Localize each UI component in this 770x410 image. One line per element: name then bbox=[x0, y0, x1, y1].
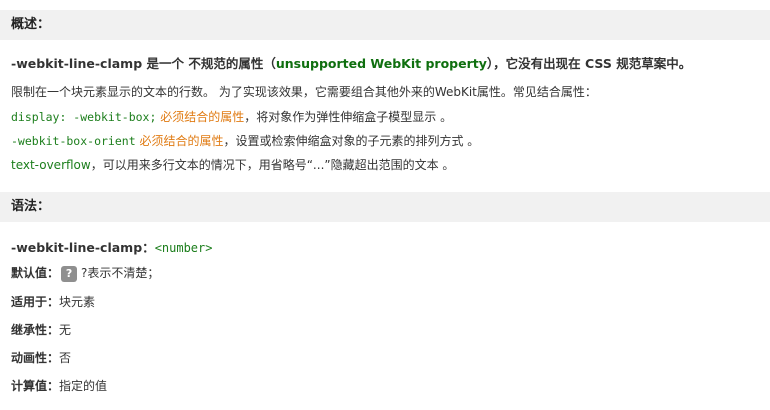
syntax-definition: -webkit-line-clamp：<number> bbox=[11, 237, 212, 256]
title-unsupported: unsupported WebKit property bbox=[275, 56, 487, 71]
title-prefix: -webkit-line-clamp 是一个 不规范的属性（ bbox=[11, 56, 276, 71]
property-description: ，可以用来多行文本的情况下，用省略号“...”隐藏超出范围的文本 。 bbox=[90, 158, 455, 172]
combined-property-text-overflow: text-overflow，可以用来多行文本的情况下，用省略号“...”隐藏超出… bbox=[11, 156, 454, 173]
property-code: text-overflow bbox=[11, 158, 91, 172]
row-default-value: 默认值：? ?表示不清楚； bbox=[11, 264, 159, 282]
row-inherited: 继承性：无 bbox=[11, 321, 71, 338]
row-applies-to: 适用于：块元素 bbox=[11, 293, 95, 310]
computed-label: 计算值： bbox=[11, 379, 60, 393]
overview-description: 限制在一个块元素显示的文本的行数。 为了实现该效果，它需要组合其他外来的WebK… bbox=[11, 85, 597, 99]
default-label: 默认值： bbox=[11, 266, 60, 280]
computed-value: 指定的值 bbox=[59, 379, 108, 393]
property-required-note: 必须结合的属性 bbox=[139, 134, 224, 148]
syntax-separator: ： bbox=[142, 240, 155, 255]
combined-property-box-orient: -webkit-box-orient 必须结合的属性，设置或检索伸缩盒对象的子元… bbox=[11, 132, 479, 149]
syntax-property: -webkit-line-clamp bbox=[11, 240, 143, 255]
anim-value: 否 bbox=[59, 351, 72, 365]
applies-label: 适用于： bbox=[11, 295, 60, 309]
property-required-note: 必须结合的属性 bbox=[160, 110, 245, 124]
property-description: ，设置或检索伸缩盒对象的子元素的排列方式 。 bbox=[223, 134, 480, 148]
overview-title: -webkit-line-clamp 是一个 不规范的属性（unsupporte… bbox=[11, 53, 691, 72]
syntax-header: 语法： bbox=[0, 192, 770, 222]
inherit-value: 无 bbox=[59, 323, 72, 337]
syntax-value: <number> bbox=[154, 241, 213, 255]
title-suffix: ），它没有出现在 CSS 规范草案中。 bbox=[486, 56, 692, 71]
applies-value: 块元素 bbox=[59, 295, 96, 309]
row-animatable: 动画性：否 bbox=[11, 349, 71, 366]
property-code: display: -webkit-box; bbox=[11, 110, 157, 124]
property-code: -webkit-box-orient bbox=[11, 134, 136, 148]
overview-header: 概述： bbox=[0, 10, 770, 40]
default-value: ?表示不清楚； bbox=[81, 266, 160, 280]
anim-label: 动画性： bbox=[11, 351, 60, 365]
property-description: ，将对象作为弹性伸缩盒子模型显示 。 bbox=[244, 110, 453, 124]
row-computed-value: 计算值：指定的值 bbox=[11, 377, 107, 394]
question-badge-icon: ? bbox=[61, 265, 78, 282]
inherit-label: 继承性： bbox=[11, 323, 60, 337]
combined-property-display: display: -webkit-box; 必须结合的属性，将对象作为弹性伸缩盒… bbox=[11, 108, 452, 125]
